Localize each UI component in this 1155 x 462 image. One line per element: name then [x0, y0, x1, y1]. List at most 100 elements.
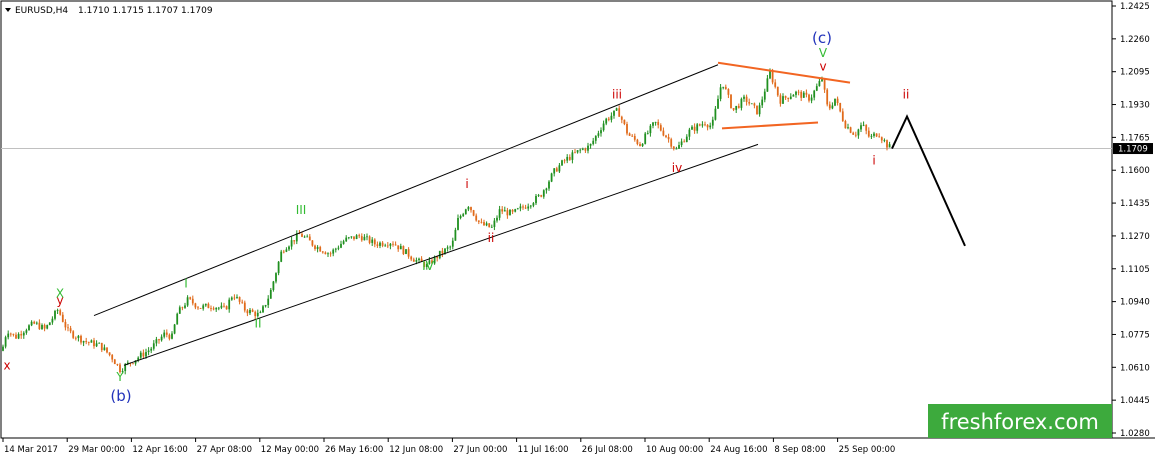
candle-body: [38, 322, 41, 330]
candle-body: [683, 141, 686, 143]
candle-body: [301, 233, 303, 237]
candle-body: [329, 253, 332, 255]
candle-body: [717, 98, 719, 109]
time-tick-label: 12 Apr 16:00: [132, 445, 187, 455]
candle-body: [810, 97, 813, 101]
candle-body: [306, 236, 309, 238]
price-tick-label: 1.1435: [1120, 199, 1150, 209]
candle-body: [98, 342, 101, 344]
candle-body: [464, 209, 467, 215]
candle-body: [363, 236, 366, 241]
candle-body: [225, 306, 228, 310]
candle-body: [360, 236, 363, 241]
candle-body: [524, 207, 527, 209]
candle-body: [545, 188, 548, 191]
candle-body: [168, 334, 171, 339]
candle-body: [732, 108, 735, 110]
candle-body: [571, 152, 574, 160]
price-tick-label: 1.0445: [1120, 396, 1150, 406]
time-tick-label: 8 Sep 08:00: [774, 445, 825, 455]
candle-body: [397, 245, 400, 250]
candle-body: [659, 125, 662, 131]
candle-body: [854, 134, 857, 136]
candle-body: [15, 334, 17, 339]
candle-body: [251, 309, 254, 312]
candle-body: [802, 92, 805, 98]
current-price-tag: 1.1709: [1113, 143, 1153, 155]
price-tick-label: 1.1270: [1120, 232, 1150, 242]
candle-body: [72, 331, 75, 338]
candle-body: [277, 261, 280, 274]
candle-body: [860, 125, 862, 130]
candle-body: [724, 86, 727, 90]
candle-body: [696, 124, 699, 131]
wave-label: ii: [488, 231, 495, 245]
candle-body: [740, 98, 743, 108]
candle-body: [181, 307, 184, 309]
candle-body: [605, 118, 608, 124]
time-tick-label: 11 Jul 16:00: [518, 445, 569, 455]
chart-window: EURUSD,H4 1.1710 1.1715 1.1707 1.1709 xX…: [0, 0, 1155, 458]
candle-body: [808, 94, 810, 101]
candle-body: [649, 125, 652, 134]
candle-body: [688, 129, 691, 137]
candle-body: [597, 133, 600, 136]
candle-body: [792, 94, 795, 97]
candle-body: [371, 239, 374, 243]
candle-body: [470, 207, 472, 211]
watermark: freshforex.com: [928, 404, 1112, 438]
wave-label: IV: [422, 259, 435, 273]
candle-body: [220, 305, 223, 308]
candle-body: [441, 250, 444, 254]
time-tick-label: 27 Jun 00:00: [453, 445, 507, 455]
candle-body: [753, 103, 756, 106]
candle-body: [542, 190, 545, 197]
symbol-label: EURUSD,H4: [15, 6, 68, 16]
candle-body: [867, 130, 870, 137]
candle-body: [727, 89, 730, 95]
candle-body: [636, 139, 639, 145]
candle-body: [90, 340, 93, 343]
candle-body: [782, 96, 784, 104]
candle-body: [215, 307, 218, 310]
candle-body: [314, 245, 316, 249]
candle-body: [691, 126, 693, 130]
time-tick-label: 12 Jun 08:00: [389, 445, 443, 455]
candle-body: [888, 144, 891, 148]
candle-body: [849, 127, 852, 133]
candle-body: [813, 90, 816, 98]
candle-body: [184, 305, 186, 308]
candle-body: [272, 281, 275, 290]
candle-body: [238, 296, 241, 302]
candle-body: [345, 237, 348, 242]
candle-body: [761, 99, 764, 106]
candle-body: [41, 325, 43, 330]
candle-body: [610, 115, 613, 120]
candle-body: [85, 341, 88, 343]
candle-body: [191, 298, 194, 304]
candle-body: [373, 239, 376, 245]
candle-body: [886, 140, 888, 148]
candle-body: [340, 243, 342, 248]
candle-body: [59, 310, 62, 315]
candle-body: [316, 247, 319, 249]
candle-body: [628, 133, 631, 136]
time-tick-label: 12 May 00:00: [261, 445, 319, 455]
candle-body: [615, 108, 618, 111]
candle-body: [587, 145, 589, 151]
candle-body: [379, 242, 381, 246]
candle-body: [483, 222, 485, 226]
candle-body: [834, 98, 836, 106]
candle-body: [535, 195, 537, 204]
candle-body: [342, 241, 345, 244]
candle-body: [511, 209, 514, 212]
candle-body: [7, 333, 10, 338]
candle-body: [264, 305, 267, 307]
candle-body: [563, 160, 566, 162]
candle-body: [522, 206, 524, 208]
wave-label: x: [3, 358, 10, 372]
candle-body: [152, 343, 155, 349]
wave-label: Y: [115, 370, 124, 384]
candle-body: [852, 132, 855, 135]
candle-body: [451, 240, 454, 247]
